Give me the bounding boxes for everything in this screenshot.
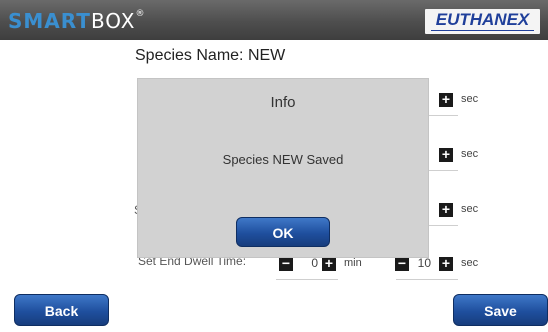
ok-button[interactable]: OK <box>236 217 330 247</box>
decrement-min-button[interactable]: − <box>279 256 293 271</box>
app-header: SMARTBOX® EUTHANEX <box>0 0 548 40</box>
dialog-message: Species NEW Saved <box>222 152 344 167</box>
value-underline <box>396 279 458 280</box>
brand-part1: SMART <box>8 9 91 33</box>
sec-unit-label: sec <box>461 148 479 160</box>
info-dialog: Info Species NEW Saved OK <box>138 79 428 257</box>
increment-sec-button[interactable]: + <box>439 256 453 271</box>
save-button[interactable]: Save <box>453 294 548 326</box>
brand-mark: ® <box>135 9 146 19</box>
back-button[interactable]: Back <box>14 294 109 326</box>
dwell-min-value: 0 <box>311 256 318 270</box>
smartbox-logo: SMARTBOX® <box>8 9 145 33</box>
brand-part2: BOX <box>90 9 136 33</box>
sec-unit-label: sec <box>461 257 479 269</box>
increment-sec-button[interactable]: + <box>439 92 453 107</box>
decrement-sec-button[interactable]: − <box>395 256 409 271</box>
species-name-title: Species Name: NEW <box>135 47 286 64</box>
min-unit-label: min <box>344 257 362 269</box>
value-underline <box>276 279 338 280</box>
dwell-sec-value: 10 <box>417 256 431 270</box>
sec-unit-label: sec <box>461 203 479 215</box>
increment-sec-button[interactable]: + <box>439 147 453 162</box>
increment-sec-button[interactable]: + <box>439 202 453 217</box>
sec-unit-label: sec <box>461 93 479 105</box>
increment-min-button[interactable]: + <box>322 256 336 271</box>
euthanex-logo: EUTHANEX <box>425 9 540 34</box>
dialog-title: Info <box>270 94 296 111</box>
